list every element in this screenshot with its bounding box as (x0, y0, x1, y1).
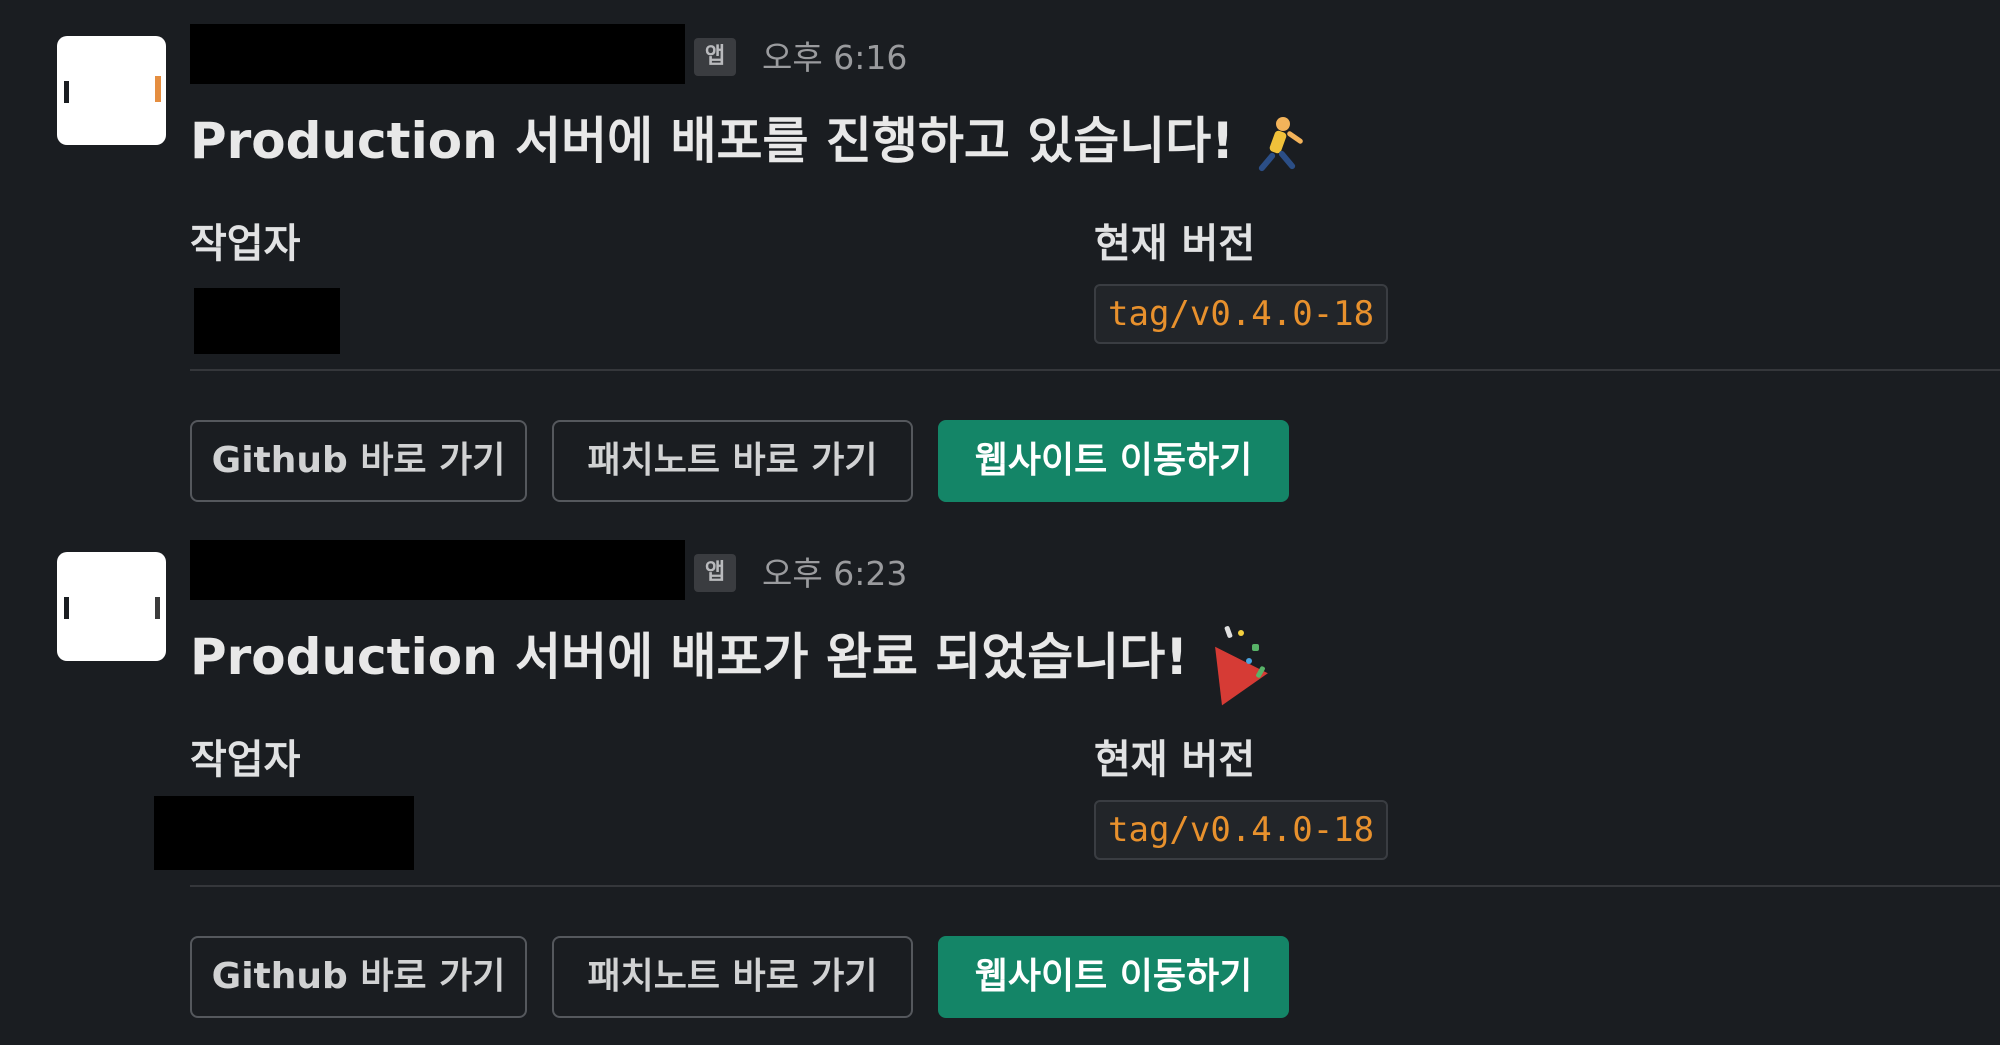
author-label: 작업자 (190, 221, 301, 267)
avatar[interactable] (57, 36, 166, 145)
message-feed: 앱 오후 6:16 Production 서버에 배포를 진행하고 있습니다! … (0, 0, 2000, 1045)
divider (190, 885, 2000, 887)
avatar-mark (64, 597, 69, 619)
patchnote-button[interactable]: 패치노트 바로 가기 (552, 936, 913, 1018)
github-button[interactable]: Github 바로 가기 (190, 420, 527, 502)
website-button[interactable]: 웹사이트 이동하기 (938, 936, 1289, 1018)
runner-emoji-icon (1250, 115, 1310, 175)
website-button[interactable]: 웹사이트 이동하기 (938, 420, 1289, 502)
avatar-mark (155, 597, 160, 619)
sender-name-redacted[interactable] (190, 540, 685, 600)
headline-text: Production 서버에 배포를 진행하고 있습니다! (190, 112, 1235, 170)
version-value: tag/v0.4.0-18 (1094, 800, 1389, 860)
party-popper-emoji-icon (1192, 625, 1268, 705)
author-label: 작업자 (190, 737, 301, 783)
timestamp[interactable]: 오후 6:23 (762, 554, 907, 594)
divider (190, 369, 2000, 371)
message-item: 앱 오후 6:23 Production 서버에 배포가 완료 되었습니다! 작… (0, 516, 2000, 1031)
timestamp[interactable]: 오후 6:16 (762, 38, 907, 78)
avatar-mark (155, 76, 161, 102)
author-value-redacted (154, 796, 414, 870)
message-headline: Production 서버에 배포를 진행하고 있습니다! (190, 106, 1310, 176)
avatar-mark (64, 81, 69, 103)
patchnote-button[interactable]: 패치노트 바로 가기 (552, 420, 913, 502)
app-badge: 앱 (694, 554, 736, 592)
version-label: 현재 버전 (1094, 737, 1256, 783)
message-headline: Production 서버에 배포가 완료 되었습니다! (190, 622, 1268, 705)
github-button[interactable]: Github 바로 가기 (190, 936, 527, 1018)
message-item: 앱 오후 6:16 Production 서버에 배포를 진행하고 있습니다! … (0, 0, 2000, 515)
sender-name-redacted[interactable] (190, 24, 685, 84)
avatar[interactable] (57, 552, 166, 661)
version-label: 현재 버전 (1094, 221, 1256, 267)
app-badge: 앱 (694, 38, 736, 76)
author-value-redacted (194, 288, 340, 354)
headline-text: Production 서버에 배포가 완료 되었습니다! (190, 628, 1189, 686)
version-value: tag/v0.4.0-18 (1094, 284, 1389, 344)
